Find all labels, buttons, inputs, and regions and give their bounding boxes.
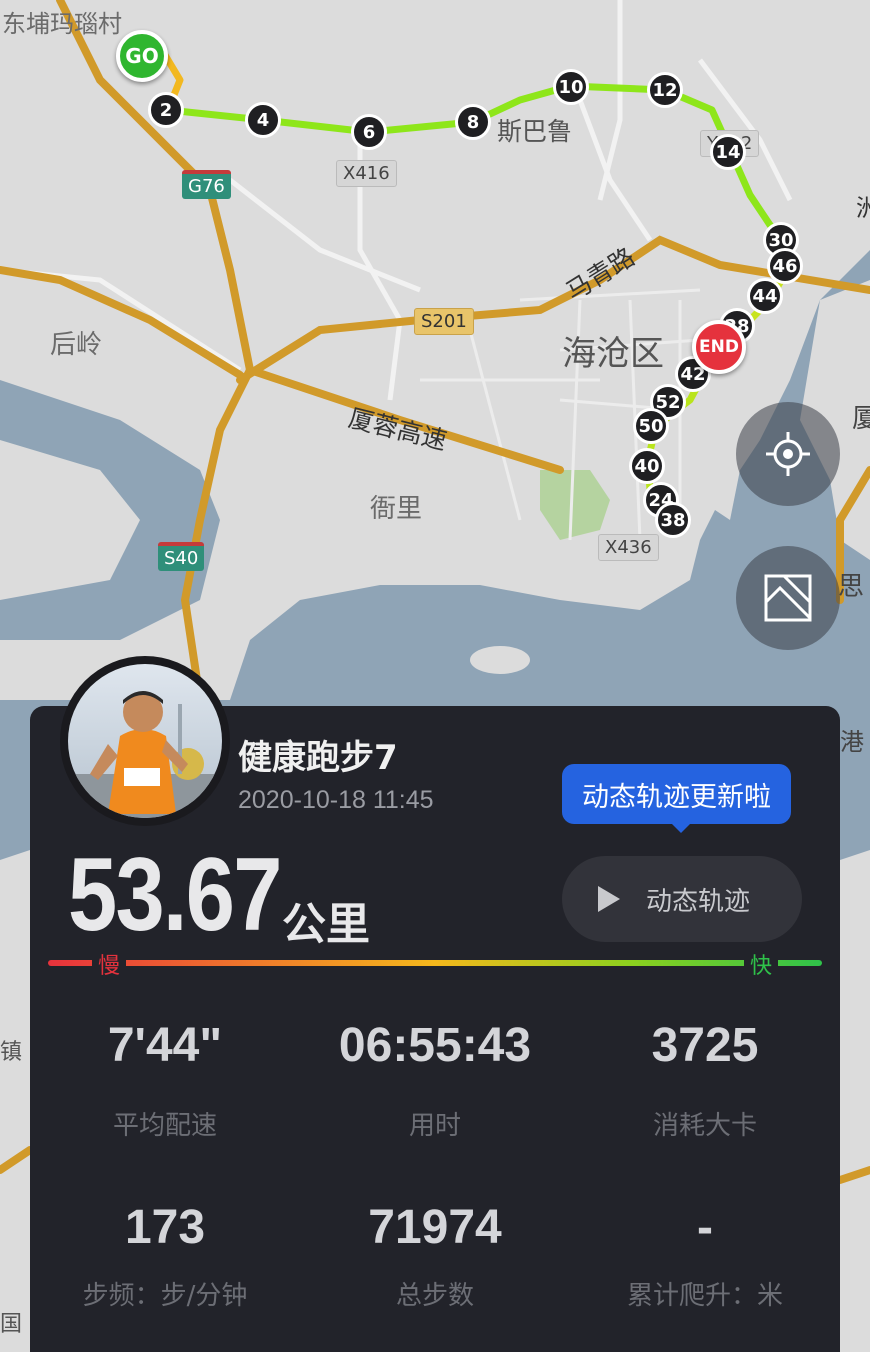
stat-value: 71974 — [368, 1201, 502, 1254]
distance-unit: 公里 — [282, 899, 370, 950]
distance-value: 53.67 — [68, 837, 282, 953]
road-sign-s201: S201 — [414, 308, 474, 335]
stat-value: 3725 — [651, 1019, 759, 1072]
road-sign-x436: X436 — [598, 534, 659, 561]
run-datetime: 2020-10-18 11:45 — [238, 786, 434, 814]
stat-label: 累计爬升：米 — [626, 1281, 783, 1311]
stat-elevation-gain: - 累计爬升：米 — [570, 1200, 840, 1312]
km-marker[interactable]: 4 — [245, 102, 281, 138]
dynamic-track-button[interactable]: 动态轨迹 — [562, 856, 802, 942]
map-label-edge-right-3: 思 — [838, 572, 865, 602]
runner-avatar-photo — [68, 664, 222, 818]
road-sign-x416: X416 — [336, 160, 397, 187]
map-label-edge-right-2: 厦 — [852, 404, 870, 434]
tooltip-tail — [670, 822, 692, 833]
map-layer-button[interactable] — [736, 546, 840, 650]
stat-label: 用时 — [408, 1111, 461, 1141]
map-label-edge-right-4: 港 — [840, 728, 864, 756]
crosshair-locate-icon — [766, 432, 810, 476]
stat-value: 173 — [124, 1201, 206, 1254]
stat-value: - — [697, 1201, 713, 1254]
update-tooltip[interactable]: 动态轨迹更新啦 — [562, 764, 791, 824]
map-label-edge-right-1: 洲 — [856, 194, 870, 222]
start-marker[interactable]: GO — [116, 30, 168, 82]
road-sign-s40: S40 — [158, 542, 205, 571]
pace-slow-label: 慢 — [92, 948, 127, 980]
stat-value: 7'44" — [107, 1019, 223, 1072]
pace-gradient-bar — [48, 960, 822, 966]
map-label-edge-left-2: 国 — [0, 1312, 23, 1337]
dynamic-track-label: 动态轨迹 — [646, 886, 751, 917]
km-marker[interactable]: 14 — [710, 134, 746, 170]
stat-avg-pace: 7'44" 平均配速 — [30, 1018, 300, 1142]
end-marker[interactable]: END — [692, 320, 746, 374]
km-marker[interactable]: 6 — [351, 114, 387, 150]
road-sign-g76: G76 — [182, 170, 231, 199]
map-label-siba: 斯巴鲁 — [497, 117, 573, 146]
map-label-houling: 后岭 — [50, 330, 103, 360]
locate-button[interactable] — [736, 402, 840, 506]
avatar[interactable] — [60, 656, 230, 826]
play-icon — [598, 886, 620, 912]
km-marker[interactable]: 44 — [747, 278, 783, 314]
stat-label: 消耗大卡 — [652, 1111, 757, 1141]
stat-value: 06:55:43 — [338, 1019, 532, 1072]
runner-figure-icon — [68, 691, 222, 818]
map-label-hengli: 衙里 — [370, 494, 423, 524]
stat-label: 步频：步/分钟 — [82, 1281, 248, 1311]
pace-fast-label: 快 — [744, 948, 779, 980]
map-layer-icon — [764, 574, 812, 622]
km-marker[interactable]: 40 — [629, 448, 665, 484]
stat-label: 总步数 — [395, 1281, 474, 1311]
km-marker[interactable]: 38 — [655, 502, 691, 538]
stat-cadence: 173 步频：步/分钟 — [30, 1200, 300, 1312]
map-label-haicang: 海沧区 — [562, 334, 664, 374]
map-label-edge-left-1: 镇 — [0, 1040, 23, 1065]
stat-label: 平均配速 — [112, 1111, 217, 1141]
stat-total-steps: 71974 总步数 — [300, 1200, 570, 1312]
km-marker[interactable]: 8 — [455, 104, 491, 140]
stat-duration: 06:55:43 用时 — [300, 1018, 570, 1142]
user-name: 健康跑步7 — [238, 738, 398, 778]
stat-calories: 3725 消耗大卡 — [570, 1018, 840, 1142]
km-marker[interactable]: 2 — [148, 92, 184, 128]
km-marker[interactable]: 12 — [647, 72, 683, 108]
km-marker[interactable]: 10 — [553, 69, 589, 105]
map-label-village: 东埔玛瑙村 — [2, 10, 122, 38]
km-marker[interactable]: 50 — [633, 408, 669, 444]
